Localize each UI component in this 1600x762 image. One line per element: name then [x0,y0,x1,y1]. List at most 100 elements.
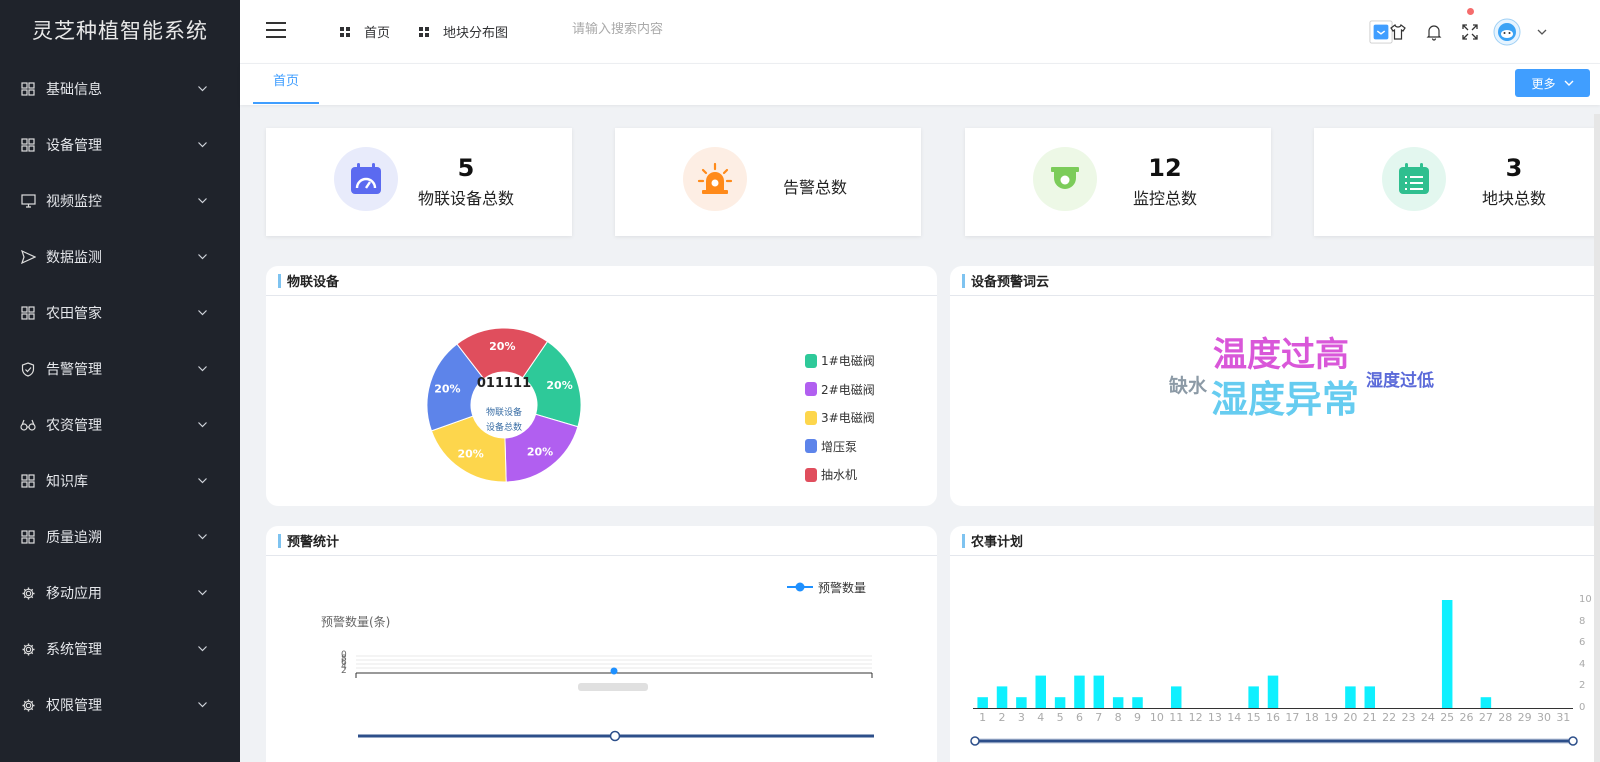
more-button[interactable]: 更多 [1515,69,1590,97]
x-tick-label: 11 [1169,711,1184,724]
stat-card-iot-devices[interactable]: 5 物联设备总数 [266,128,572,236]
chevron-down-icon[interactable] [1530,20,1554,44]
zoom-slider-handle-right[interactable] [1568,736,1578,746]
blurred-x-label [578,683,648,691]
farm-bar[interactable] [977,697,988,708]
farm-bar[interactable] [1093,675,1105,708]
farm-bar[interactable] [1132,697,1143,708]
nav-home[interactable]: 首页 [340,22,390,41]
gear-icon [20,585,36,601]
sidebar-item-label: 设备管理 [46,138,102,154]
legend-swatch [805,439,817,453]
pie-slice-label: 20% [458,448,484,461]
panel-title: 预警统计 [266,526,937,556]
hamburger-menu-icon[interactable] [266,22,286,38]
legend-swatch [805,353,817,368]
x-tick-label: 5 [1056,711,1064,724]
alert-data-point[interactable] [610,667,618,675]
x-tick-label: 21 [1362,711,1377,724]
farm-bar[interactable] [1054,697,1066,708]
pie-slice-label: 20% [489,340,515,353]
alert-line-chart [355,655,874,742]
fullscreen-icon[interactable] [1458,20,1482,44]
legend-item[interactable]: 1#电磁阀 [805,352,875,369]
bell-icon[interactable] [1422,20,1446,44]
sidebar-item[interactable]: 视频监控 [0,173,240,229]
sidebar-item-label: 视频监控 [46,194,102,210]
chevron-down-icon [197,306,208,322]
chevron-down-icon [197,698,208,714]
more-button-label: 更多 [1531,76,1556,91]
binoculars-icon [20,417,36,433]
zoom-slider-handle-left[interactable] [970,736,980,746]
x-tick-label: 19 [1324,711,1339,724]
stat-card-plots[interactable]: 3 地块总数 [1314,128,1600,236]
legend-item[interactable]: 抽水机 [805,466,857,483]
stat-card-alerts[interactable]: 告警总数 [615,128,921,236]
zoom-slider-handle[interactable] [609,730,621,742]
x-tick-label: 13 [1207,711,1222,724]
donut-center-label-1: 物联设备 [485,408,522,418]
farm-bar[interactable] [1480,697,1492,708]
grid-icon [20,81,36,97]
nav-plot-map[interactable]: 地块分布图 [419,22,508,41]
x-tick-label: 9 [1134,711,1142,724]
x-tick-label: 24 [1420,711,1435,724]
sidebar-item[interactable]: 农田管家 [0,285,240,341]
sidebar-item[interactable]: 农资管理 [0,397,240,453]
farm-bar[interactable] [1441,600,1453,708]
stat-card-monitors[interactable]: 12 监控总数 [965,128,1271,236]
farm-bar[interactable] [1170,686,1182,708]
legend-line-icon [787,582,813,592]
x-tick-label: 3 [1017,711,1025,724]
farm-bar[interactable] [996,686,1008,708]
sidebar-item[interactable]: 数据监测 [0,229,240,285]
sidebar-item-label: 数据监测 [46,250,102,266]
sidebar-item[interactable]: 告警管理 [0,341,240,397]
sidebar-item[interactable]: 系统管理 [0,621,240,677]
x-tick-label: 8 [1114,711,1122,724]
tab-home[interactable]: 首页 [253,64,319,104]
pie-slice-label: 20% [527,446,553,459]
x-tick-label: 1 [979,711,987,724]
farm-bar[interactable] [1112,697,1124,708]
alert-y-axis-label: 预警数量(条) [321,615,391,629]
page-scrollbar[interactable] [1594,114,1600,762]
stat-plots-label: 地块总数 [1481,189,1546,208]
app-title: 灵芝种植智能系统 [32,19,208,43]
grid-icon [20,305,36,321]
avatar[interactable] [1493,18,1521,46]
farm-bar[interactable] [1364,686,1376,708]
x-tick-label: 26 [1459,711,1474,724]
grid-icon [20,473,36,489]
farm-bar[interactable] [1016,697,1027,708]
sidebar-item[interactable]: 知识库 [0,453,240,509]
x-tick-label: 18 [1304,711,1319,724]
legend-swatch [805,467,817,482]
search-input[interactable] [572,22,772,37]
farm-bar[interactable] [1074,675,1085,708]
legend-item[interactable]: 增压泵 [805,438,857,455]
tshirt-icon[interactable] [1386,20,1410,44]
alarm-siren-icon [683,147,747,211]
legend-item[interactable]: 2#电磁阀 [805,381,875,398]
sidebar-item[interactable]: 权限管理 [0,677,240,733]
x-tick-label: 4 [1037,711,1045,724]
alert-legend-label: 预警数量 [818,581,867,595]
x-tick-label: 10 [1149,711,1164,724]
farm-bar[interactable] [1248,686,1259,708]
x-tick-label: 12 [1188,711,1203,724]
nav-home-label: 首页 [364,26,391,41]
sidebar-item[interactable]: 质量追溯 [0,509,240,565]
farm-bar[interactable] [1267,675,1279,708]
legend-item[interactable]: 3#电磁阀 [805,409,875,426]
farm-bar[interactable] [1345,686,1356,708]
sidebar-item[interactable]: 设备管理 [0,117,240,173]
sidebar-item[interactable]: 移动应用 [0,565,240,621]
sidebar-item[interactable]: 基础信息 [0,61,240,117]
x-tick-label: 23 [1401,711,1416,724]
notification-dot [1467,8,1474,15]
farm-bar[interactable] [1035,675,1046,708]
send-icon [20,249,36,265]
farm-zoom-slider[interactable] [970,734,1580,750]
